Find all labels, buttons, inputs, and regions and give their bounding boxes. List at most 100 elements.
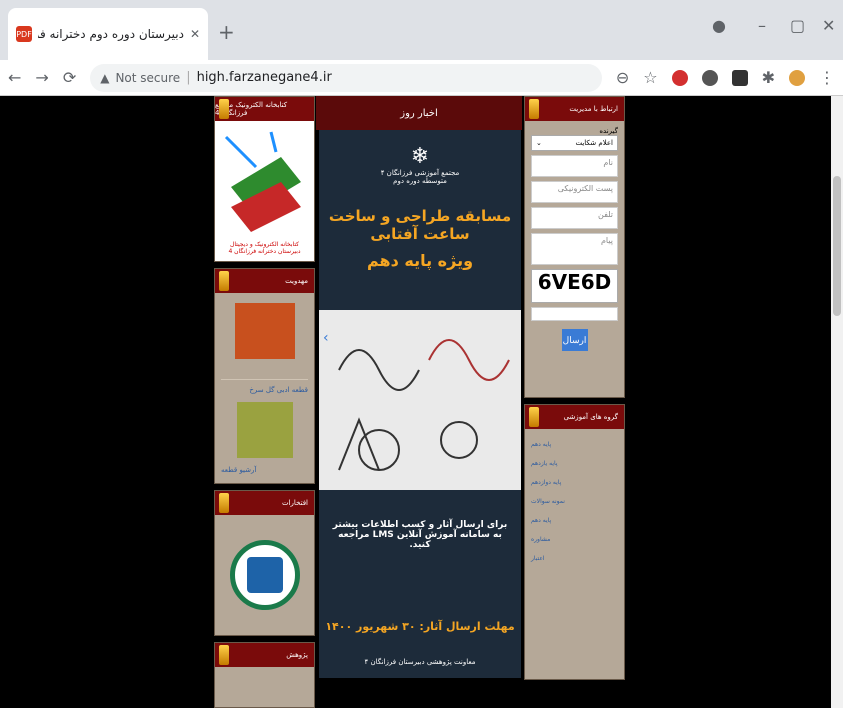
books-icon [224, 131, 301, 232]
poster-headline: مسابقه طراحی و ساخت ساعت آفتابی [328, 207, 512, 243]
list-item[interactable]: پایه دوازدهم [531, 479, 618, 486]
phone-field[interactable]: تلفن [531, 207, 618, 229]
list-item[interactable]: پایه یازدهم [531, 460, 618, 467]
browser-toolbar: ← → ⟳ ▲ Not secure | high.farzanegane4.i… [0, 60, 843, 96]
panel-header: مهدویت [215, 269, 314, 293]
extension-c-icon[interactable] [731, 69, 748, 86]
close-icon[interactable]: ✕ [190, 27, 200, 41]
panel-header: پژوهش [215, 643, 314, 667]
back-icon[interactable]: ← [8, 68, 21, 87]
reload-icon[interactable]: ⟳ [63, 68, 76, 87]
poster-info: برای ارسال آثار و کسب اطلاعات بیشتر به س… [332, 520, 508, 550]
contact-form: گیرنده ⌄ اعلام شکایت نام پست الکترونیکی … [525, 121, 624, 397]
poem-link[interactable]: قطعه ادبی گل سرخ [221, 386, 308, 394]
school-name: مجتمع آموزشی فرزانگان ۴ [380, 169, 460, 177]
zoom-icon[interactable]: ⊖ [616, 68, 629, 87]
candle-icon [529, 99, 539, 119]
send-button[interactable]: ارسال [561, 329, 588, 351]
list-item[interactable]: مشاوره [531, 536, 618, 543]
tab-strip: PDF دبیرستان دوره دوم دخترانه فرزانگان4 … [0, 0, 843, 60]
grades-panel: گروه های آموزشی پایه دهم پایه یازدهم پای… [524, 404, 625, 680]
recipient-label: گیرنده [599, 127, 618, 135]
address-bar[interactable]: ▲ Not secure | high.farzanegane4.ir [90, 63, 602, 92]
library-image[interactable]: کتابخانه الکترونیک و دیجیتال دبیرستان دخ… [215, 121, 314, 261]
research-panel: پژوهش [214, 642, 315, 708]
profile-icon[interactable]: ● [712, 16, 726, 35]
name-field[interactable]: نام [531, 155, 618, 177]
candle-icon [219, 271, 229, 291]
panel-title: گروه های آموزشی [563, 413, 618, 421]
list-item[interactable]: نمونه سوالات [531, 498, 618, 505]
new-tab-icon[interactable]: + [218, 20, 235, 44]
close-window-icon[interactable]: ✕ [822, 16, 835, 35]
library-caption: کتابخانه الکترونیک و دیجیتال دبیرستان دخ… [228, 241, 301, 255]
candle-icon [529, 407, 539, 427]
header-banner: اخبار روز [316, 96, 522, 130]
poster-subheadline: ویژه پایه دهم [366, 251, 474, 270]
candle-icon [219, 99, 229, 119]
divider: | [186, 70, 191, 85]
globe-extension-icon[interactable] [701, 69, 718, 86]
sketch-image [319, 310, 521, 490]
candle-icon [219, 493, 229, 513]
snowflake-icon: ❄ [410, 144, 430, 169]
url-text: high.farzanegane4.ir [196, 70, 332, 85]
candle-icon [219, 645, 229, 665]
panel-title: افتخارات [282, 499, 308, 507]
not-secure-label: Not secure [115, 70, 181, 85]
carousel-prev-icon[interactable]: ‹ [319, 330, 329, 346]
email-field[interactable]: پست الکترونیکی [531, 181, 618, 203]
panel-header: افتخارات [215, 491, 314, 515]
left-column: کتابخانه الکترونیک مجتمع فرزانگان 4 کتاب… [214, 96, 315, 708]
poster-header: ❄ مجتمع آموزشی فرزانگان ۴ متوسطه دوره دو… [319, 130, 521, 185]
message-field[interactable]: پیام [531, 233, 618, 265]
school-level: متوسطه دوره دوم [393, 177, 447, 185]
poster-footer: معاونت پژوهشی دبیرستان فرزانگان ۴ [364, 658, 476, 666]
honors-body [215, 515, 314, 635]
bookmark-star-icon[interactable]: ☆ [643, 68, 657, 87]
list-item[interactable]: پایه دهم [531, 517, 618, 524]
recipient-select[interactable]: ⌄ اعلام شکایت [531, 135, 618, 151]
avatar[interactable] [789, 69, 805, 86]
research-body [215, 667, 314, 707]
mahdaviat-body: قطعه ادبی گل سرخ آرشیو قطعه [215, 293, 314, 483]
mahdaviat-panel: مهدویت قطعه ادبی گل سرخ آرشیو قطعه [214, 268, 315, 484]
poster-deadline: مهلت ارسال آثار: ۳۰ شهریور ۱۴۰۰ [325, 620, 515, 633]
contact-panel: ارتباط با مدیریت گیرنده ⌄ اعلام شکایت نا… [524, 96, 625, 398]
page-viewport: اخبار روز کتابخانه الکترونیک مجتمع فرزان… [0, 96, 843, 708]
honors-panel: افتخارات [214, 490, 315, 636]
news-poster[interactable]: ❄ مجتمع آموزشی فرزانگان ۴ متوسطه دوره دو… [319, 130, 521, 678]
panel-title: پژوهش [286, 651, 308, 659]
list-item[interactable]: پایه دهم [531, 441, 618, 448]
archive-link[interactable]: آرشیو قطعه [221, 466, 308, 474]
grades-body: پایه دهم پایه یازدهم پایه دوازدهم نمونه … [525, 429, 624, 679]
rose-image[interactable] [236, 402, 293, 458]
panel-title: مهدویت [285, 277, 308, 285]
panel-title: ارتباط با مدیریت [569, 105, 618, 113]
tab-title: دبیرستان دوره دوم دخترانه فرزانگان4 [38, 27, 184, 41]
warning-icon: ▲ [100, 70, 110, 85]
maximize-icon[interactable]: ▢ [790, 16, 805, 35]
shield-extension-icon[interactable] [671, 69, 688, 86]
scrollbar[interactable] [831, 96, 843, 708]
recipient-select-value: اعلام شکایت [575, 139, 613, 147]
forward-icon[interactable]: → [35, 68, 48, 87]
list-item[interactable]: اعتبار [531, 555, 618, 562]
minimize-icon[interactable]: – [758, 16, 766, 35]
right-column: ارتباط با مدیریت گیرنده ⌄ اعلام شکایت نا… [524, 96, 625, 686]
scrollbar-thumb[interactable] [833, 176, 841, 316]
menu-icon[interactable]: ⋮ [819, 68, 835, 87]
captcha-image: 6VE6D [531, 269, 618, 303]
panel-header: ارتباط با مدیریت [525, 97, 624, 121]
panel-header: گروه های آموزشی [525, 405, 624, 429]
library-panel: کتابخانه الکترونیک مجتمع فرزانگان 4 کتاب… [214, 96, 315, 262]
chevron-down-icon: ⌄ [536, 139, 542, 147]
browser-tab[interactable]: PDF دبیرستان دوره دوم دخترانه فرزانگان4 … [8, 8, 208, 60]
panel-header: کتابخانه الکترونیک مجتمع فرزانگان 4 [215, 97, 314, 121]
pdf-icon: PDF [16, 26, 32, 42]
header-banner-text: اخبار روز [400, 107, 438, 119]
puzzle-icon[interactable]: ✱ [762, 68, 775, 87]
note-image[interactable] [234, 303, 295, 359]
captcha-input[interactable] [531, 307, 618, 321]
honors-logo[interactable] [229, 540, 300, 610]
